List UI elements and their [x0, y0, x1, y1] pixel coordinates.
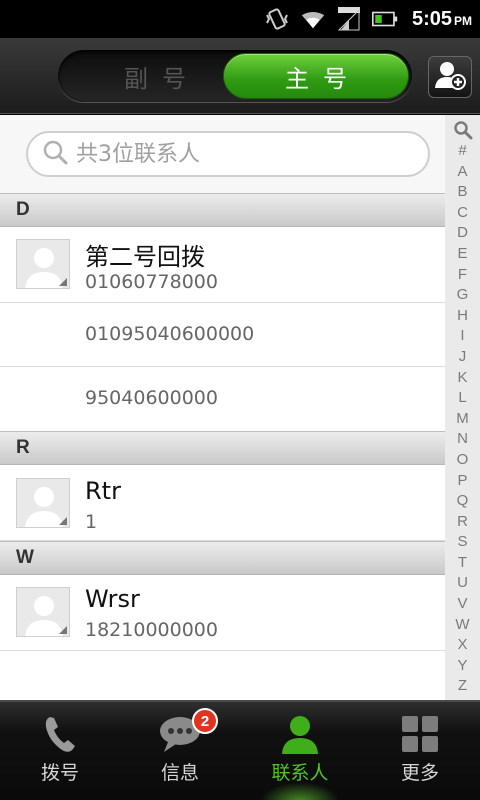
wifi-icon — [300, 7, 326, 31]
index-letter[interactable]: E — [457, 244, 467, 265]
index-letter[interactable]: L — [458, 388, 466, 409]
vibrate-icon — [264, 7, 290, 31]
contact-phone: 01060778000 — [85, 271, 218, 293]
search-icon — [42, 139, 68, 169]
contact-phone: 18210000000 — [85, 619, 218, 641]
nav-label: 拨号 — [40, 762, 79, 784]
index-letter[interactable]: F — [458, 265, 467, 286]
index-letter[interactable]: Y — [457, 656, 467, 677]
nav-messages[interactable]: 2 信息 — [120, 702, 240, 800]
index-letter[interactable]: S — [457, 532, 467, 553]
contact-phone: 95040600000 — [85, 387, 218, 409]
index-letter[interactable]: D — [457, 223, 468, 244]
contact-list-area: D 第二号回拨 01060778000 01095040600000 95040… — [0, 115, 480, 700]
index-letter[interactable]: J — [459, 347, 467, 368]
index-letter[interactable]: I — [460, 326, 464, 347]
nav-contacts[interactable]: 联系人 — [240, 702, 360, 800]
nav-dial[interactable]: 拨号 — [0, 702, 120, 800]
avatar — [16, 587, 70, 637]
index-letter[interactable]: R — [457, 512, 468, 533]
search-bar — [0, 115, 445, 193]
contact-phone-row[interactable]: 01095040600000 — [0, 303, 445, 367]
index-letter[interactable]: P — [457, 471, 467, 492]
contact-name: Rtr — [85, 477, 121, 505]
network-3g-icon — [336, 7, 362, 31]
top-header: 副号 主号 — [0, 38, 480, 114]
add-contact-button[interactable] — [428, 56, 472, 98]
add-contact-icon — [434, 60, 466, 94]
tab-primary-number[interactable]: 主号 — [223, 53, 409, 99]
contact-row[interactable]: 第二号回拨 01060778000 — [0, 227, 445, 303]
index-letter[interactable]: M — [456, 409, 469, 430]
battery-icon — [371, 7, 398, 31]
tab-secondary-number[interactable]: 副号 — [62, 53, 248, 99]
bottom-nav: 拨号 2 信息 联系人 更多 — [0, 700, 480, 800]
alphabet-index-bar[interactable]: # A B C D E F G H I J K L M N O P Q R S … — [445, 115, 480, 700]
nav-label: 信息 — [160, 762, 199, 784]
index-letter[interactable]: Z — [458, 676, 467, 697]
contact-phone: 1 — [85, 511, 98, 533]
phone-icon — [38, 714, 82, 754]
index-letter[interactable]: # — [458, 141, 466, 162]
index-letter[interactable]: T — [458, 553, 467, 574]
index-letter[interactable]: C — [457, 203, 468, 224]
nav-label: 联系人 — [271, 762, 329, 784]
status-bar: 5:05 PM — [0, 0, 480, 38]
index-letter[interactable]: G — [457, 285, 469, 306]
section-header-r: R — [0, 431, 445, 465]
index-letter[interactable]: B — [457, 182, 467, 203]
contact-phone: 01095040600000 — [85, 323, 255, 345]
index-letter[interactable]: O — [457, 450, 469, 471]
grid-icon — [398, 714, 442, 754]
index-letter[interactable]: K — [457, 368, 467, 389]
index-letter[interactable]: V — [457, 594, 467, 615]
contact-name: 第二号回拨 — [85, 243, 205, 271]
contact-name: Wrsr — [85, 585, 140, 613]
contact-row[interactable]: Rtr 1 — [0, 465, 445, 541]
index-letter[interactable]: Q — [457, 491, 469, 512]
nav-more[interactable]: 更多 — [360, 702, 480, 800]
nav-label: 更多 — [400, 762, 439, 784]
section-header-d: D — [0, 193, 445, 227]
status-time: 5:05 PM — [411, 7, 472, 30]
index-letter[interactable]: H — [457, 306, 468, 327]
search-input[interactable] — [76, 141, 396, 167]
section-header-w: W — [0, 541, 445, 575]
index-letter[interactable]: W — [455, 615, 469, 636]
contacts-icon — [278, 714, 322, 754]
index-letter[interactable]: U — [457, 573, 468, 594]
index-search-icon[interactable] — [453, 119, 473, 141]
search-box[interactable] — [26, 131, 430, 177]
index-letter[interactable]: A — [457, 162, 467, 183]
avatar — [16, 478, 70, 528]
contact-phone-row[interactable]: 95040600000 — [0, 367, 445, 432]
avatar — [16, 239, 70, 289]
index-letter[interactable]: X — [457, 635, 467, 656]
contact-row[interactable]: Wrsr 18210000000 — [0, 575, 445, 651]
index-letter[interactable]: N — [457, 429, 468, 450]
unread-badge: 2 — [192, 708, 218, 734]
number-switch: 副号 主号 — [58, 50, 412, 102]
